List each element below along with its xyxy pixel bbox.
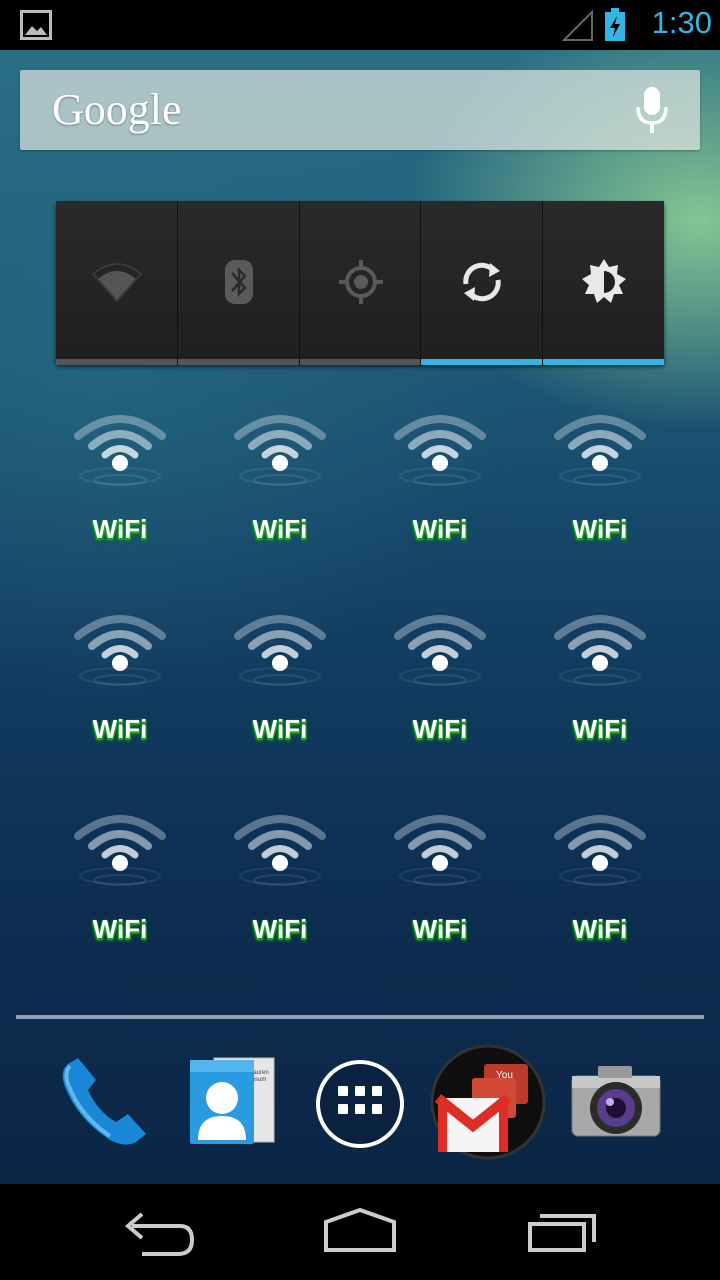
wifi-widget[interactable]: WiFi [520, 400, 680, 600]
google-search-bar[interactable]: Google [20, 70, 700, 150]
wifi-label: WiFi [252, 514, 308, 544]
wifi-widget[interactable]: WiFi [40, 800, 200, 1000]
power-toggle-sync[interactable] [421, 201, 544, 365]
wifi-icon [74, 815, 166, 886]
power-toggle-wifi[interactable] [56, 201, 178, 365]
wifi-label: WiFi [572, 714, 628, 744]
dock-contacts[interactable]: Lauren Ipsum [184, 1052, 284, 1162]
wifi-widget[interactable]: WiFi [200, 600, 360, 800]
wifi-widget-grid: WiFi WiFi WiFi WiFi WiFi WiFi WiFi WiFi … [40, 400, 680, 1000]
wifi-label: WiFi [92, 714, 148, 744]
back-icon[interactable] [122, 1204, 196, 1260]
wifi-widget[interactable]: WiFi [360, 600, 520, 800]
home-icon[interactable] [322, 1204, 398, 1260]
wifi-icon [234, 415, 326, 486]
gps-icon [338, 260, 383, 304]
wifi-widget[interactable]: WiFi [200, 800, 360, 1000]
contacts-icon: Lauren Ipsum [190, 1057, 275, 1144]
gmail-icon: You [430, 1044, 546, 1160]
wifi-icon [74, 415, 166, 486]
google-logo: Google [52, 85, 182, 134]
wifi-label: WiFi [252, 914, 308, 944]
wifi-widget[interactable]: WiFi [40, 400, 200, 600]
wifi-widget[interactable]: WiFi [520, 800, 680, 1000]
dock-phone[interactable] [54, 1052, 154, 1162]
wifi-label: WiFi [572, 514, 628, 544]
camera-icon [571, 1066, 661, 1137]
status-bar: 1:30 [0, 0, 720, 50]
wifi-icon [554, 415, 646, 486]
wifi-widget[interactable]: WiFi [200, 400, 360, 600]
power-toggle-brightness[interactable] [543, 201, 664, 365]
toggle-indicator [421, 359, 543, 365]
microphone-icon[interactable] [632, 85, 672, 137]
wifi-label: WiFi [412, 514, 468, 544]
image-notification-icon [20, 10, 52, 40]
bluetooth-icon [224, 260, 253, 304]
wifi-label: WiFi [252, 714, 308, 744]
wifi-label: WiFi [92, 914, 148, 944]
wifi-icon [74, 615, 166, 686]
toggle-indicator [543, 359, 664, 365]
wifi-icon [554, 615, 646, 686]
wifi-label: WiFi [572, 914, 628, 944]
sync-icon [463, 262, 502, 302]
wifi-widget[interactable]: WiFi [40, 600, 200, 800]
navigation-bar [0, 1184, 720, 1280]
brightness-icon [582, 259, 627, 303]
wifi-widget[interactable]: WiFi [520, 600, 680, 800]
dock-camera[interactable] [568, 1052, 668, 1162]
toggle-indicator [56, 359, 177, 365]
dock-all-apps[interactable] [312, 1052, 412, 1162]
wifi-icon [92, 263, 142, 303]
app-drawer-icon [316, 1060, 404, 1148]
wifi-icon [394, 615, 486, 686]
clock: 1:30 [651, 5, 712, 40]
power-toggle-bluetooth[interactable] [177, 201, 300, 365]
wifi-label: WiFi [412, 714, 468, 744]
toggle-indicator [299, 359, 421, 365]
recent-apps-icon[interactable] [526, 1204, 598, 1260]
battery-charging-icon [605, 8, 625, 41]
wifi-icon [554, 815, 646, 886]
wifi-label: WiFi [412, 914, 468, 944]
wifi-icon [234, 815, 326, 886]
wifi-label: WiFi [92, 514, 148, 544]
power-toggle-gps[interactable] [299, 201, 422, 365]
signal-icon [562, 10, 593, 41]
wifi-icon [394, 415, 486, 486]
phone-icon [62, 1058, 146, 1145]
wifi-widget[interactable]: WiFi [360, 400, 520, 600]
wifi-icon [394, 815, 486, 886]
wifi-widget[interactable]: WiFi [360, 800, 520, 1000]
dock-folder[interactable]: You [430, 1044, 548, 1160]
wifi-icon [234, 615, 326, 686]
dock-divider [16, 1015, 704, 1019]
power-control-widget [56, 201, 664, 365]
toggle-indicator [177, 359, 299, 365]
